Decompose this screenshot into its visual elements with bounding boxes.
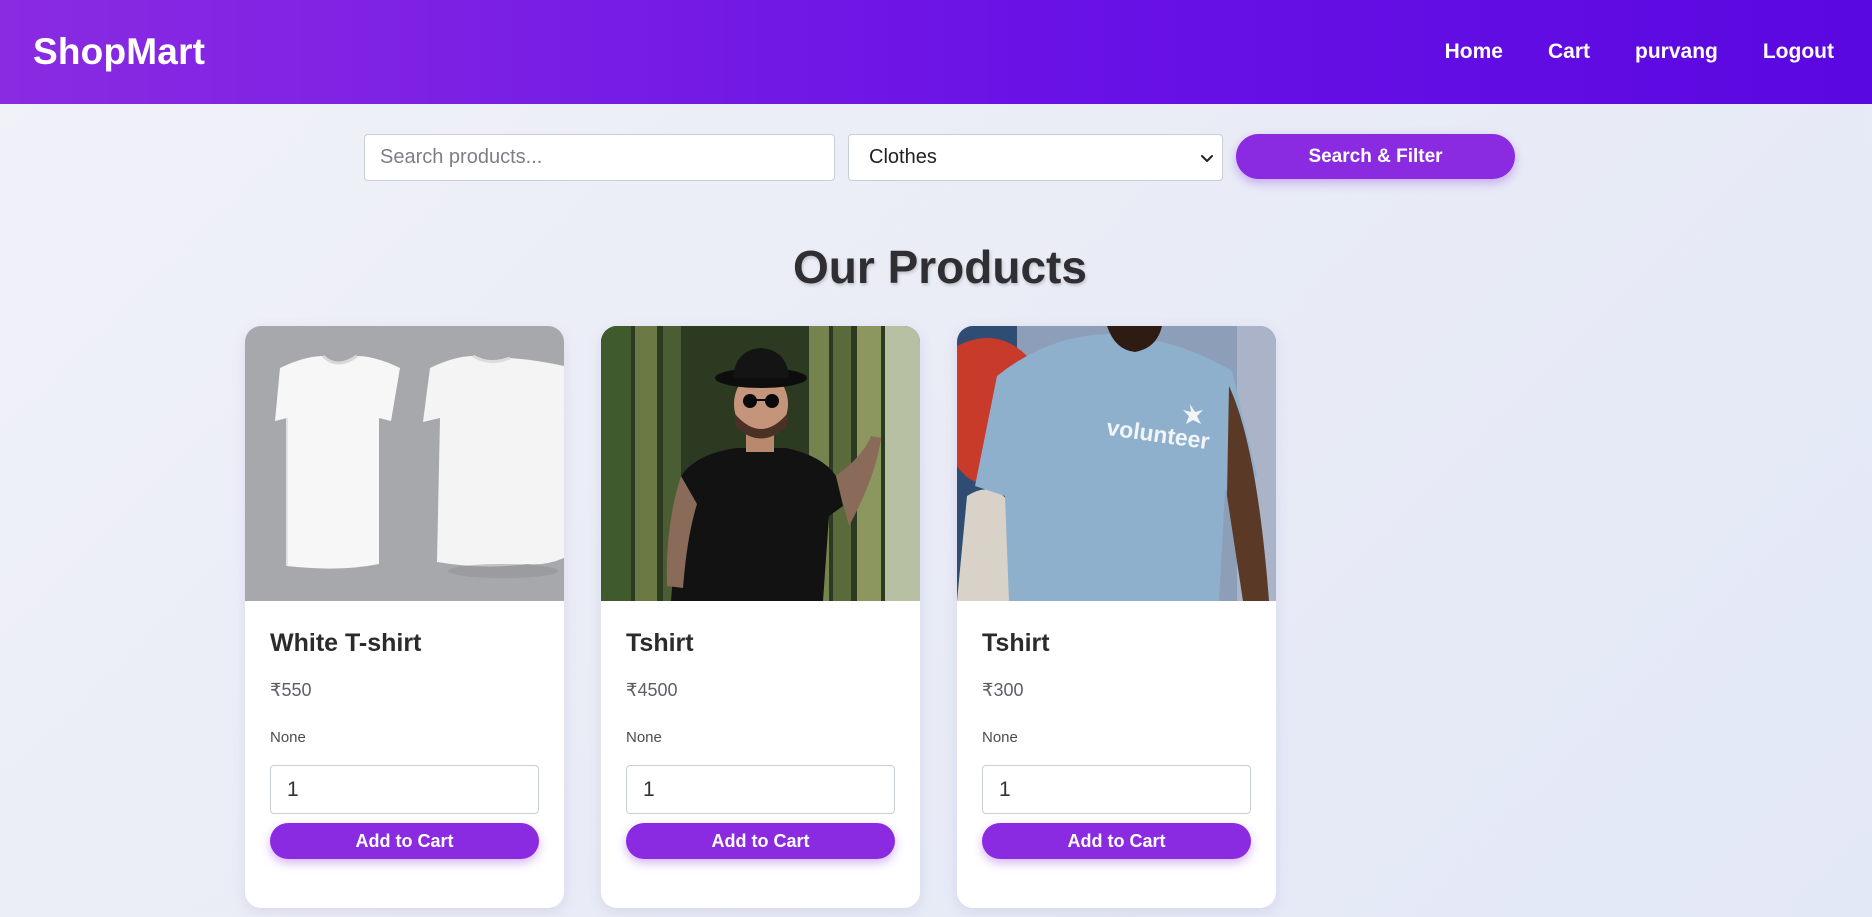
product-description: None [270, 729, 306, 746]
product-image-man-black-tshirt[interactable] [601, 326, 920, 601]
product-description: None [626, 729, 662, 746]
category-select[interactable]: Clothes [848, 134, 1223, 181]
chevron-down-icon [1201, 154, 1213, 162]
product-body: White T-shirt ₹550 None Add to Cart [245, 601, 564, 859]
quantity-input[interactable] [982, 765, 1251, 814]
page-title: Our Products [793, 241, 1087, 293]
product-name: White T-shirt [270, 629, 422, 657]
nav-links: Home Cart purvang Logout [1445, 40, 1834, 64]
category-select-value: Clothes [869, 146, 937, 168]
nav-link-user[interactable]: purvang [1635, 40, 1718, 64]
product-body: Tshirt ₹300 None Add to Cart [957, 601, 1276, 859]
add-to-cart-button[interactable]: Add to Cart [626, 823, 895, 859]
nav-link-cart[interactable]: Cart [1548, 40, 1590, 64]
product-name: Tshirt [982, 629, 1050, 657]
add-to-cart-button[interactable]: Add to Cart [270, 823, 539, 859]
brand-logo[interactable]: ShopMart [33, 31, 205, 73]
product-image-white-tshirts[interactable] [245, 326, 564, 601]
navbar: ShopMart Home Cart purvang Logout [0, 0, 1872, 104]
nav-link-home[interactable]: Home [1445, 40, 1503, 64]
quantity-input[interactable] [626, 765, 895, 814]
product-card: White T-shirt ₹550 None Add to Cart [245, 326, 564, 908]
product-price: ₹300 [982, 680, 1024, 700]
search-input[interactable] [364, 134, 835, 181]
product-grid: White T-shirt ₹550 None Add to Cart [245, 326, 1276, 908]
product-description: None [982, 729, 1018, 746]
product-card: Tshirt ₹4500 None Add to Cart [601, 326, 920, 908]
product-price: ₹550 [270, 680, 312, 700]
product-name: Tshirt [626, 629, 694, 657]
product-price: ₹4500 [626, 680, 678, 700]
search-filter-button[interactable]: Search & Filter [1236, 134, 1515, 179]
product-image-man-volunteer-tshirt[interactable]: volunteer [957, 326, 1276, 601]
product-body: Tshirt ₹4500 None Add to Cart [601, 601, 920, 859]
product-card: volunteer Tshirt ₹300 None Add to Cart [957, 326, 1276, 908]
nav-link-logout[interactable]: Logout [1763, 40, 1834, 64]
quantity-input[interactable] [270, 765, 539, 814]
add-to-cart-button[interactable]: Add to Cart [982, 823, 1251, 859]
filter-bar: Clothes Search & Filter [364, 134, 1515, 181]
